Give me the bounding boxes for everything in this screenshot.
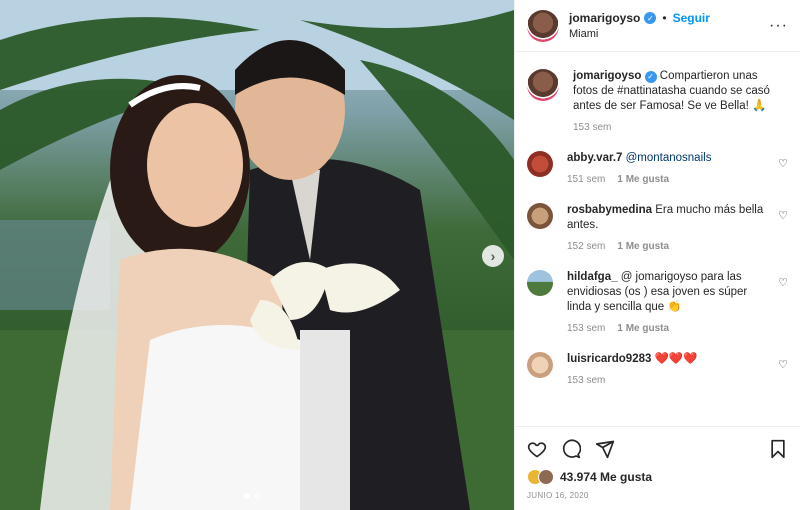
commenter-avatar[interactable] [527, 203, 553, 229]
author-avatar[interactable] [527, 69, 559, 101]
verified-icon: ✓ [644, 12, 657, 24]
comment-likes[interactable]: 1 Me gusta [617, 172, 669, 187]
comment-time[interactable]: 153 sem [567, 321, 605, 336]
caption: jomarigoyso ✓ Compartieron unas fotos de… [527, 69, 788, 135]
comment-time[interactable]: 151 sem [567, 172, 605, 187]
heart-icon[interactable] [527, 439, 547, 459]
commenter-avatar[interactable] [527, 270, 553, 296]
commenter-avatar[interactable] [527, 352, 553, 378]
next-photo-button[interactable]: › [482, 245, 504, 267]
commenter-avatar[interactable] [527, 151, 553, 177]
separator: • [662, 11, 667, 25]
follow-button[interactable]: Seguir [673, 11, 710, 25]
comment-like-heart-icon[interactable]: ♡ [778, 276, 788, 289]
more-options-icon[interactable]: ··· [769, 17, 788, 35]
comment-time[interactable]: 153 sem [567, 373, 605, 388]
comment-like-heart-icon[interactable]: ♡ [778, 209, 788, 222]
commenter-username[interactable]: luisricardo9283 [567, 353, 651, 365]
comment-icon[interactable] [561, 439, 581, 459]
commenter-username[interactable]: hildafga_ [567, 271, 617, 283]
commenter-username[interactable]: rosbabymedina [567, 204, 652, 216]
liker-avatar [538, 469, 554, 485]
comment-like-heart-icon[interactable]: ♡ [778, 157, 788, 170]
comment-likes[interactable]: 1 Me gusta [617, 321, 669, 336]
wedding-photo-illustration [0, 0, 514, 510]
carousel-dot-2 [254, 493, 260, 499]
like-count[interactable]: 43.974 Me gusta [560, 470, 652, 484]
author-username[interactable]: jomarigoyso [569, 11, 640, 25]
comment-item: hildafga_ @ jomarigoyso para las envidio… [527, 270, 788, 336]
save-icon[interactable] [768, 439, 788, 459]
caption-username[interactable]: jomarigoyso [573, 70, 641, 82]
verified-icon: ✓ [644, 70, 657, 83]
share-icon[interactable] [595, 439, 615, 459]
comment-text[interactable]: @montanosnails [626, 152, 712, 164]
comment-item: luisricardo9283 ❤️❤️❤️ 153 sem ♡ [527, 352, 788, 388]
comment-item: rosbabymedina Era mucho más bella antes.… [527, 203, 788, 254]
comment-item: abby.var.7 @montanosnails 151 sem 1 Me g… [527, 151, 788, 187]
post-sidebar: jomarigoyso ✓ • Seguir Miami ··· jomarig… [514, 0, 800, 510]
post-date[interactable]: JUNIO 16, 2020 [527, 491, 788, 500]
author-avatar[interactable] [527, 9, 559, 42]
post-photo[interactable]: › [0, 0, 514, 510]
comment-time[interactable]: 152 sem [567, 239, 605, 254]
commenter-username[interactable]: abby.var.7 [567, 152, 622, 164]
post-location[interactable]: Miami [569, 28, 710, 40]
next-arrow-icon: › [490, 248, 496, 264]
comment-text: ❤️❤️❤️ [654, 353, 698, 365]
carousel-dot-1 [244, 493, 250, 499]
post-actions: 43.974 Me gusta JUNIO 16, 2020 [515, 426, 800, 510]
carousel-indicator [244, 493, 260, 499]
comments-list[interactable]: jomarigoyso ✓ Compartieron unas fotos de… [515, 53, 800, 426]
comment-like-heart-icon[interactable]: ♡ [778, 358, 788, 371]
caption-time[interactable]: 153 sem [573, 120, 611, 135]
post-header: jomarigoyso ✓ • Seguir Miami ··· [515, 0, 800, 52]
comment-likes[interactable]: 1 Me gusta [617, 239, 669, 254]
